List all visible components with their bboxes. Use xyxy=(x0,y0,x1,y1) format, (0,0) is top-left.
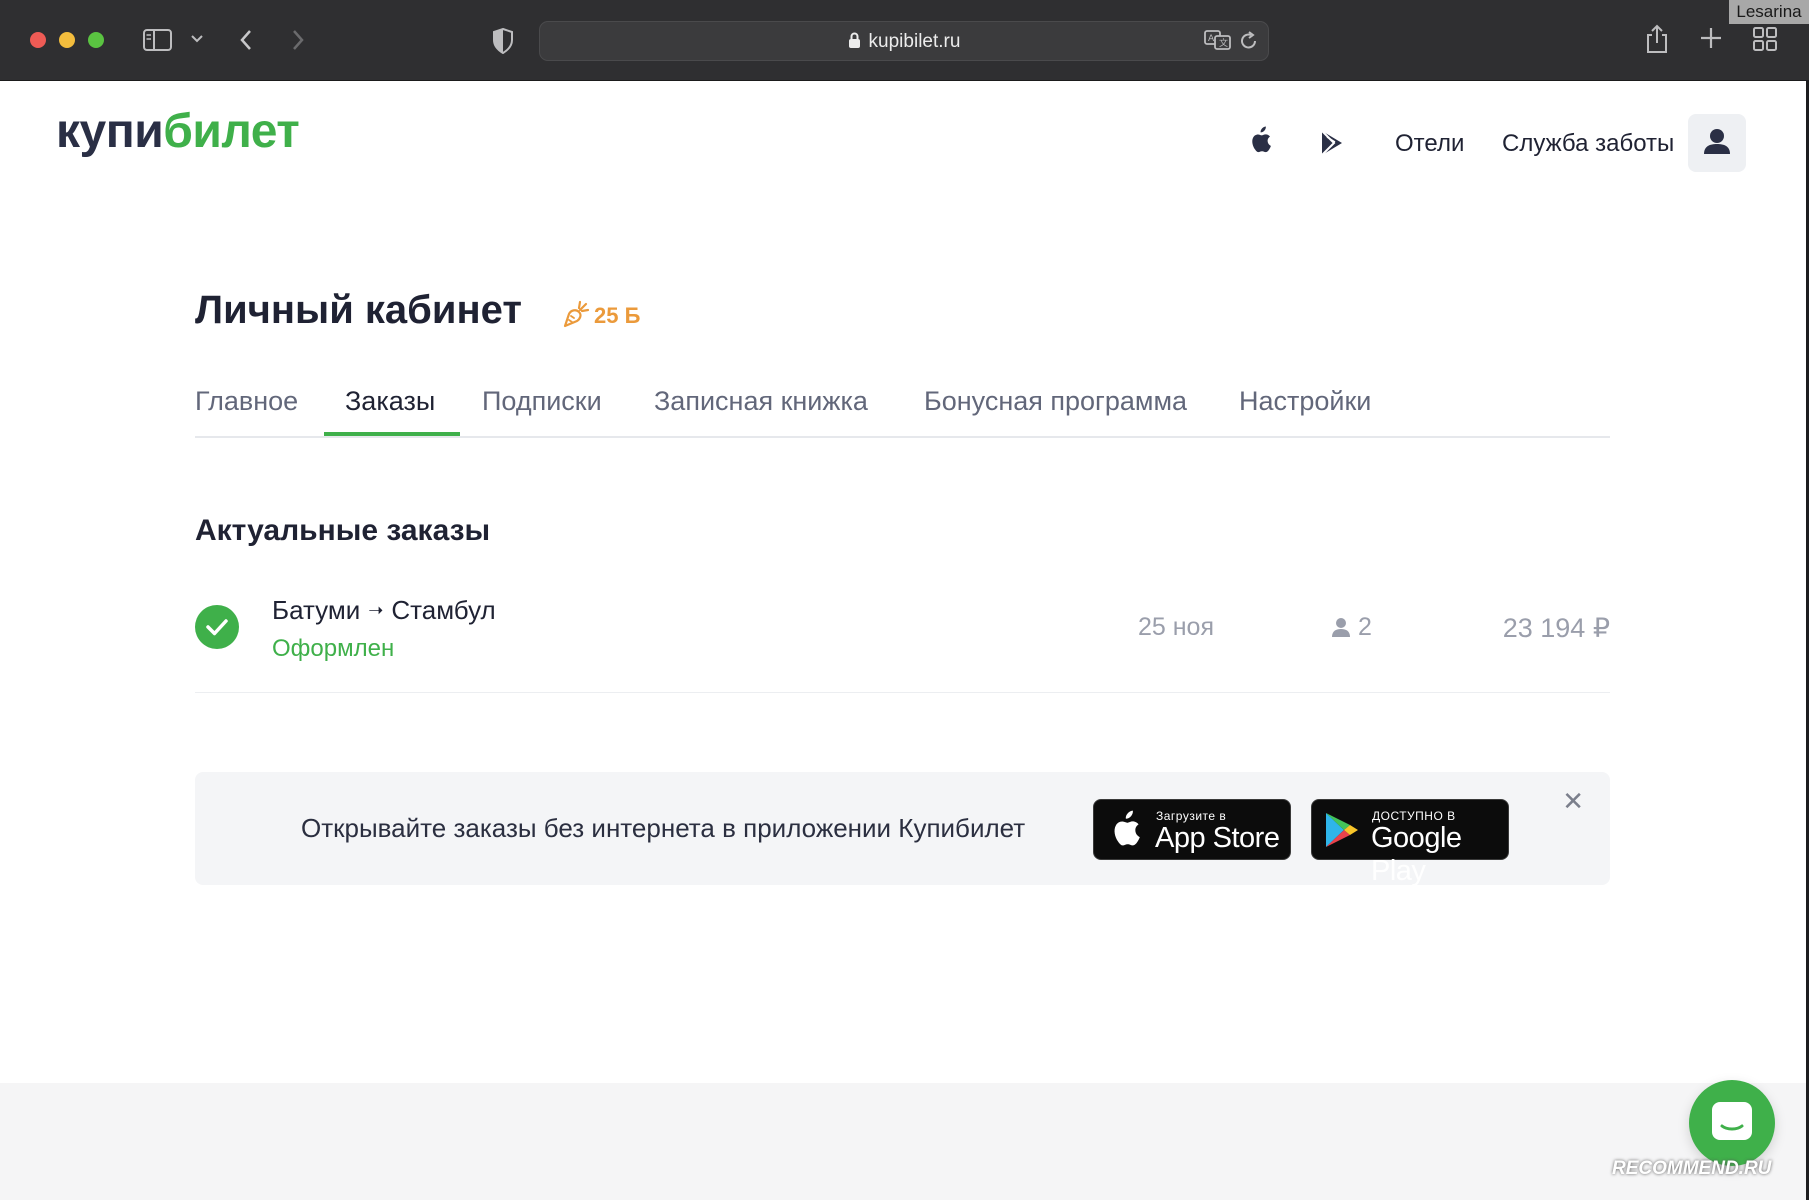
tab-notebook[interactable]: Записная книжка xyxy=(654,386,868,417)
close-icon[interactable]: ✕ xyxy=(1562,786,1584,817)
order-route: Батуми ➝ Стамбул xyxy=(272,595,496,626)
app-promo-banner: Открывайте заказы без интернета в прилож… xyxy=(195,772,1610,887)
page-footer-area xyxy=(0,1083,1806,1200)
active-tab-indicator xyxy=(324,432,460,436)
minimize-window-button[interactable] xyxy=(59,32,75,48)
browser-toolbar: kupibilet.ru A文 Lesarina xyxy=(0,0,1809,81)
order-status: Оформлен xyxy=(272,635,395,662)
address-bar[interactable]: kupibilet.ru A文 xyxy=(539,21,1269,61)
origin-city: Батуми xyxy=(272,595,361,625)
watermark-top: Lesarina xyxy=(1729,0,1809,24)
order-passengers: 2 xyxy=(1330,613,1372,642)
arrow-right-icon: ➝ xyxy=(368,600,384,620)
zoom-window-button[interactable] xyxy=(88,32,104,48)
google-play-button[interactable]: ДОСТУПНО В Google Play xyxy=(1311,799,1509,887)
url-text: kupibilet.ru xyxy=(868,31,961,52)
privacy-shield-icon[interactable] xyxy=(492,28,514,54)
section-title: Актуальные заказы xyxy=(195,514,491,547)
new-tab-icon[interactable] xyxy=(1700,27,1722,49)
translate-icon[interactable]: A文 xyxy=(1204,30,1232,50)
hotels-link[interactable]: Отели xyxy=(1395,130,1464,158)
checkmark-icon xyxy=(195,605,239,649)
apple-app-icon[interactable] xyxy=(1248,126,1272,159)
share-icon[interactable] xyxy=(1645,24,1669,54)
google-play-app-icon[interactable] xyxy=(1320,130,1344,161)
watermark-bottom: RECOMMEND.RU xyxy=(1612,1158,1772,1179)
support-link[interactable]: Служба заботы xyxy=(1502,130,1674,158)
user-icon xyxy=(1704,129,1730,154)
bonus-balance[interactable]: 25 Б xyxy=(562,300,640,329)
site-logo[interactable]: купибилет xyxy=(56,108,300,156)
cabinet-tabs: Главное Заказы Подписки Записная книжка … xyxy=(195,380,1610,438)
app-store-button[interactable]: Загрузите в App Store xyxy=(1093,799,1291,860)
forward-icon[interactable] xyxy=(290,28,306,52)
page-title: Личный кабинет xyxy=(195,288,522,332)
apple-icon xyxy=(1114,810,1140,846)
tab-orders[interactable]: Заказы xyxy=(345,386,435,417)
tab-bonus-program[interactable]: Бонусная программа xyxy=(924,386,1187,417)
user-icon xyxy=(1332,618,1350,637)
reload-icon[interactable] xyxy=(1240,31,1258,51)
chat-icon xyxy=(1712,1102,1752,1140)
svg-text:A: A xyxy=(1208,34,1215,44)
tab-main[interactable]: Главное xyxy=(195,386,298,417)
destination-city: Стамбул xyxy=(391,595,496,625)
order-row[interactable]: Батуми ➝ Стамбул Оформлен 25 ноя 2 23 194 … xyxy=(195,585,1610,693)
promo-text: Открывайте заказы без интернета в прилож… xyxy=(301,813,1026,843)
chevron-down-icon[interactable] xyxy=(190,34,204,44)
carrot-icon xyxy=(563,300,590,328)
profile-button[interactable] xyxy=(1688,114,1746,172)
back-icon[interactable] xyxy=(238,28,254,52)
sidebar-icon[interactable] xyxy=(143,28,173,52)
close-window-button[interactable] xyxy=(30,32,46,48)
order-date: 25 ноя xyxy=(1138,613,1215,641)
order-price: 23 194 ₽ xyxy=(1502,613,1610,643)
tab-overview-icon[interactable] xyxy=(1752,26,1778,52)
svg-text:文: 文 xyxy=(1219,37,1228,49)
tab-subscriptions[interactable]: Подписки xyxy=(482,386,602,417)
tab-settings[interactable]: Настройки xyxy=(1239,386,1371,417)
google-play-icon xyxy=(1326,813,1358,847)
lock-icon xyxy=(848,32,861,55)
chat-button[interactable] xyxy=(1689,1080,1775,1166)
